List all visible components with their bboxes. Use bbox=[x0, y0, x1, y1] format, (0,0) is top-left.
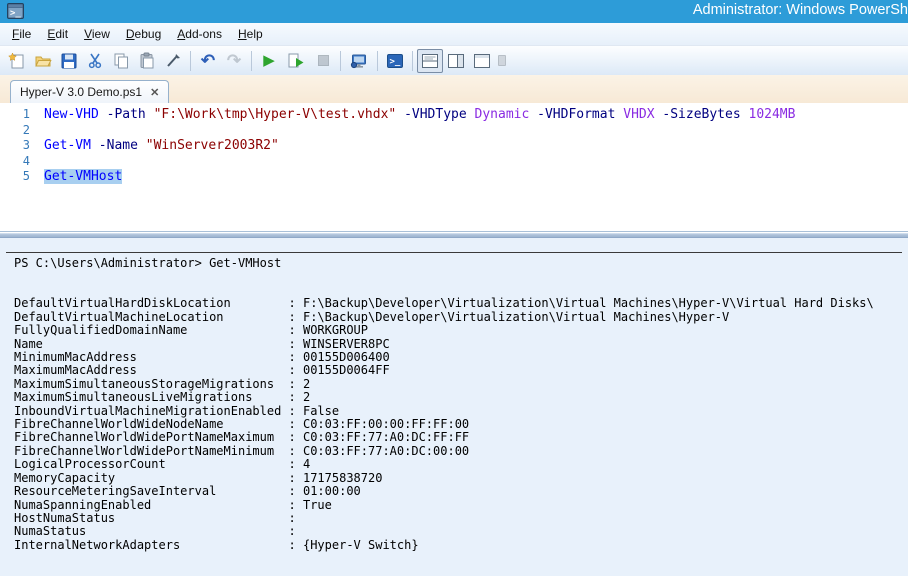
show-script-pane-top-button[interactable] bbox=[417, 49, 443, 73]
run-script-button[interactable]: ▶ bbox=[256, 49, 282, 73]
copy-button[interactable] bbox=[108, 49, 134, 73]
start-powershell-button[interactable]: >_ bbox=[382, 49, 408, 73]
redo-icon: ↷ bbox=[227, 52, 241, 69]
code-area[interactable]: New-VHD -Path "F:\Work\tmp\Hyper-V\test.… bbox=[44, 103, 908, 231]
console-prompt-line: PS C:\Users\Administrator> Get-VMHost bbox=[0, 257, 908, 270]
cut-button[interactable] bbox=[82, 49, 108, 73]
title-bar: >_ Administrator: Windows PowerSh bbox=[0, 0, 908, 23]
show-script-pane-maximized-button[interactable] bbox=[469, 49, 495, 73]
console-divider-line bbox=[6, 252, 902, 253]
code-line[interactable]: Get-VM -Name "WinServer2003R2" bbox=[44, 138, 908, 154]
line-number: 5 bbox=[0, 169, 44, 185]
save-icon bbox=[60, 52, 78, 70]
line-number: 3 bbox=[0, 138, 44, 154]
stop-operation-button[interactable] bbox=[310, 49, 336, 73]
script-pane-right-icon bbox=[447, 53, 465, 69]
powershell-console-icon: >_ bbox=[386, 52, 404, 70]
console-output: DefaultVirtualHardDiskLocation : F:\Back… bbox=[0, 297, 908, 552]
code-line[interactable] bbox=[44, 123, 908, 139]
save-button[interactable] bbox=[56, 49, 82, 73]
toolbar-overflow-icon bbox=[498, 55, 506, 66]
new-remote-powershell-tab-button[interactable] bbox=[345, 49, 373, 73]
script-tab[interactable]: Hyper-V 3.0 Demo.ps1 ✕ bbox=[10, 80, 169, 103]
menu-debug[interactable]: Debug bbox=[118, 24, 169, 44]
powershell-ise-icon: >_ bbox=[7, 3, 24, 19]
toolbar-separator bbox=[377, 51, 378, 71]
svg-text:>_: >_ bbox=[390, 57, 401, 67]
toolbar: ↶ ↷ ▶ >_ bbox=[0, 46, 908, 75]
code-line[interactable]: New-VHD -Path "F:\Work\tmp\Hyper-V\test.… bbox=[44, 107, 908, 123]
script-tab-label: Hyper-V 3.0 Demo.ps1 bbox=[20, 85, 142, 99]
console-pane[interactable]: PS C:\Users\Administrator> Get-VMHost De… bbox=[0, 238, 908, 576]
menu-edit[interactable]: Edit bbox=[39, 24, 76, 44]
script-pane-maximized-icon bbox=[473, 53, 491, 69]
line-number: 4 bbox=[0, 154, 44, 170]
svg-text:>_: >_ bbox=[10, 9, 21, 19]
menu-file[interactable]: File bbox=[4, 24, 39, 44]
line-number-gutter: 12345 bbox=[0, 103, 44, 231]
toolbar-separator bbox=[251, 51, 252, 71]
stop-icon bbox=[318, 55, 329, 66]
toolbar-separator bbox=[190, 51, 191, 71]
cut-icon bbox=[86, 52, 104, 70]
code-line[interactable]: Get-VMHost bbox=[44, 169, 908, 185]
window-title: Administrator: Windows PowerSh bbox=[693, 2, 908, 18]
toolbar-separator bbox=[412, 51, 413, 71]
show-script-pane-right-button[interactable] bbox=[443, 49, 469, 73]
menu-addons[interactable]: Add-ons bbox=[169, 24, 230, 44]
menu-help[interactable]: Help bbox=[230, 24, 271, 44]
undo-button[interactable]: ↶ bbox=[195, 49, 221, 73]
script-pane-top-icon bbox=[421, 53, 439, 69]
script-tab-bar: Hyper-V 3.0 Demo.ps1 ✕ bbox=[0, 75, 908, 103]
redo-button[interactable]: ↷ bbox=[221, 49, 247, 73]
undo-icon: ↶ bbox=[201, 52, 215, 69]
run-script-icon: ▶ bbox=[263, 52, 275, 69]
line-number: 1 bbox=[0, 107, 44, 123]
paste-icon bbox=[138, 52, 156, 70]
run-selection-button[interactable] bbox=[282, 49, 310, 73]
tab-close-icon[interactable]: ✕ bbox=[150, 86, 159, 99]
open-folder-icon bbox=[34, 52, 52, 70]
menu-view[interactable]: View bbox=[76, 24, 118, 44]
script-editor-pane[interactable]: 12345 New-VHD -Path "F:\Work\tmp\Hyper-V… bbox=[0, 103, 908, 232]
clear-console-icon bbox=[164, 52, 182, 70]
remote-computer-icon bbox=[350, 52, 368, 70]
open-script-button[interactable] bbox=[30, 49, 56, 73]
new-script-button[interactable] bbox=[4, 49, 30, 73]
clear-console-pane-button[interactable] bbox=[160, 49, 186, 73]
menu-bar: FileEditViewDebugAdd-onsHelp bbox=[0, 23, 908, 46]
paste-button[interactable] bbox=[134, 49, 160, 73]
line-number: 2 bbox=[0, 123, 44, 139]
copy-icon bbox=[112, 52, 130, 70]
run-selection-icon bbox=[287, 52, 305, 70]
toolbar-separator bbox=[340, 51, 341, 71]
new-script-icon bbox=[8, 52, 26, 70]
code-line[interactable] bbox=[44, 154, 908, 170]
